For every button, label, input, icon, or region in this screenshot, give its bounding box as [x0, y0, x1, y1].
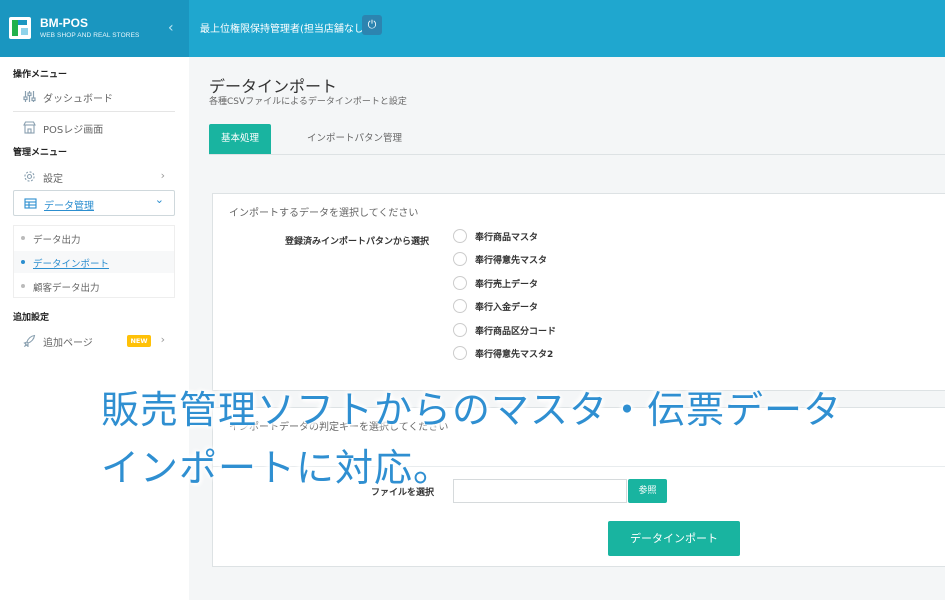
sidebar-item-additional-page[interactable]: 追加ページ NEW ›	[13, 328, 175, 354]
promo-caption-line-2: インポートに対応。	[101, 446, 453, 490]
table-icon	[24, 198, 37, 209]
radio-circle[interactable]	[453, 346, 467, 360]
brand-area[interactable]: BM-POS WEB SHOP AND REAL STORES ‹	[0, 0, 189, 57]
sidebar-item-settings[interactable]: 設定 ›	[13, 164, 175, 190]
submenu-item-label: データインポート	[33, 259, 110, 270]
section-title-operation: 操作メニュー	[13, 70, 68, 80]
submenu-item-customer-export[interactable]: 顧客データ出力	[14, 275, 174, 297]
browse-button[interactable]: 参照	[628, 479, 667, 503]
panel-title: インポートするデータを選択してください	[229, 208, 419, 219]
sidebar-item-label: POSレジ画面	[43, 125, 104, 136]
sidebar-collapse-icon[interactable]: ‹	[168, 20, 174, 36]
radio-circle[interactable]	[453, 252, 467, 266]
sidebar-item-pos-screen[interactable]: POSレジ画面	[13, 115, 175, 141]
sidebar-item-label: 追加ページ	[43, 338, 93, 349]
gear-icon	[24, 171, 35, 182]
radio-circle[interactable]	[453, 299, 467, 313]
section-title-additional: 追加設定	[13, 313, 50, 323]
divider	[13, 111, 175, 112]
tab-import-pattern[interactable]: インポートパタン管理	[292, 124, 417, 154]
radio-label: 奉行入金データ	[475, 303, 539, 313]
file-path-input[interactable]	[453, 479, 627, 503]
section-title-admin: 管理メニュー	[13, 148, 68, 158]
bullet-icon	[21, 284, 25, 288]
sidebar-item-label: 設定	[43, 174, 63, 185]
chevron-right-icon: ›	[160, 333, 165, 346]
store-icon	[23, 121, 36, 134]
chevron-down-icon: ⌄	[154, 193, 164, 206]
submenu-item-data-import[interactable]: データインポート	[14, 251, 174, 273]
submenu-item-label: データ出力	[33, 235, 81, 246]
promo-caption-line-1: 販売管理ソフトからのマスタ・伝票データ	[101, 388, 843, 432]
chevron-right-icon: ›	[160, 169, 165, 182]
bm-pos-logo	[9, 17, 31, 39]
submenu-item-data-export[interactable]: データ出力	[14, 227, 174, 249]
radio-label: 奉行得意先マスタ	[475, 256, 548, 266]
logout-power-icon[interactable]: ⏻	[362, 15, 382, 35]
radio-label: 奉行売上データ	[475, 280, 539, 290]
bullet-icon	[21, 236, 25, 240]
rocket-icon	[23, 334, 36, 347]
radio-circle[interactable]	[453, 229, 467, 243]
new-badge: NEW	[127, 335, 151, 347]
brand-name: BM-POS	[40, 16, 88, 30]
sidebar-item-dashboard[interactable]: ダッシュボード	[13, 84, 175, 110]
sliders-icon	[23, 91, 36, 102]
radio-circle[interactable]	[453, 276, 467, 290]
radio-label: 奉行商品マスタ	[475, 233, 539, 243]
page-subtitle: 各種CSVファイルによるデータインポートと設定	[209, 97, 407, 107]
submenu-item-label: 顧客データ出力	[33, 283, 100, 294]
top-header: BM-POS WEB SHOP AND REAL STORES ‹ 最上位権限保…	[0, 0, 945, 57]
import-data-panel: インポートするデータを選択してください 登録済みインポートパタンから選択 奉行商…	[212, 193, 945, 391]
sidebar-item-label: データ管理	[44, 201, 94, 212]
data-import-button[interactable]: データインポート	[608, 521, 740, 556]
brand-tagline: WEB SHOP AND REAL STORES	[40, 32, 140, 39]
pattern-select-label: 登録済みインポートパタンから選択	[285, 237, 430, 247]
radio-circle[interactable]	[453, 323, 467, 337]
sidebar: 操作メニュー ダッシュボード POSレジ画面 管理メニュー 設定 › データ管理…	[0, 57, 189, 600]
tab-underline	[209, 154, 945, 155]
radio-label: 奉行商品区分コード	[475, 327, 557, 337]
bullet-icon	[21, 260, 25, 264]
sidebar-item-label: ダッシュボード	[43, 94, 113, 105]
data-management-submenu: データ出力 データインポート 顧客データ出力	[13, 225, 175, 298]
tab-basic-processing[interactable]: 基本処理	[209, 124, 271, 154]
user-role-label: 最上位権限保持管理者(担当店舗なし)	[200, 24, 368, 35]
sidebar-item-data-management[interactable]: データ管理 ⌄	[13, 190, 175, 216]
radio-label: 奉行得意先マスタ2	[475, 350, 554, 360]
